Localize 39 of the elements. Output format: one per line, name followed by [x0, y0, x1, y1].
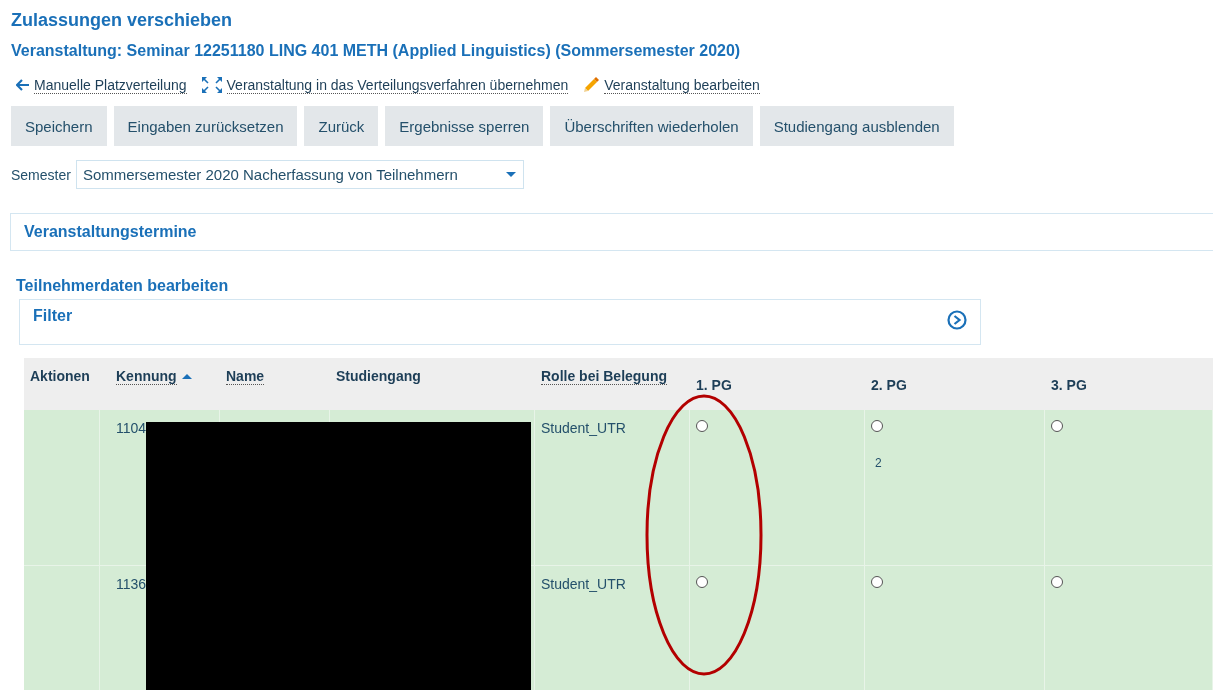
radio-button[interactable] — [871, 420, 883, 432]
caret-icon — [504, 171, 517, 178]
toolbar-button[interactable]: Eingaben zurücksetzen — [113, 106, 298, 146]
toolbar-button[interactable]: Studiengang ausblenden — [759, 106, 954, 146]
radio-button[interactable] — [1051, 576, 1063, 588]
column-header: 1. PG — [690, 358, 865, 410]
filter-panel[interactable]: Filter — [19, 299, 981, 345]
column-header[interactable]: Name — [220, 358, 330, 410]
semester-label: Semester — [11, 166, 71, 183]
toolbar-button[interactable]: Zurück — [304, 106, 379, 146]
pencil-icon — [582, 76, 601, 94]
radio-button[interactable] — [696, 420, 708, 432]
action-link[interactable]: Veranstaltung in das Verteilungsverfahren übernehmen — [200, 76, 569, 94]
expand-circle-icon[interactable] — [947, 310, 967, 330]
toolbar-button[interactable]: Ergebnisse sperren — [385, 106, 544, 146]
arrow-left-icon — [16, 79, 30, 91]
column-header[interactable]: Rolle bei Belegung — [535, 358, 690, 410]
course-title: Veranstaltung: Seminar 12251180 LING 401 METH (Applied Linguistics) (Sommersemester 2020) — [11, 42, 741, 60]
column-header: 3. PG — [1045, 358, 1213, 410]
action-link[interactable]: Manuelle Platzverteilung — [16, 76, 187, 94]
section-title: Teilnehmerdaten bearbeiten — [16, 277, 229, 295]
semester-dropdown[interactable]: Sommersemester 2020 Nacherfassung von Teilnehmern — [75, 160, 524, 189]
priority-number: 2 — [875, 456, 882, 470]
sort-up-icon — [180, 372, 193, 380]
radio-button[interactable] — [871, 576, 883, 588]
radio-button[interactable] — [1051, 420, 1063, 432]
page-title: Zulassungen verschieben — [11, 10, 233, 31]
column-header[interactable]: Kennung — [110, 358, 220, 410]
action-link[interactable]: Veranstaltung bearbeiten — [582, 76, 760, 94]
radio-button[interactable] — [696, 576, 708, 588]
toolbar-button[interactable]: Speichern — [11, 106, 107, 146]
column-header: 2. PG — [865, 358, 1045, 410]
table-cell: Student_UTR — [535, 410, 690, 566]
column-header: Studiengang — [330, 358, 535, 410]
toolbar-button[interactable]: Überschriften wiederholen — [550, 106, 753, 146]
table-cell: Student_UTR — [535, 566, 690, 690]
expand-icon — [200, 76, 223, 94]
column-header: Aktionen — [24, 358, 100, 410]
appointments-panel[interactable]: Veranstaltungstermine — [10, 213, 1213, 251]
